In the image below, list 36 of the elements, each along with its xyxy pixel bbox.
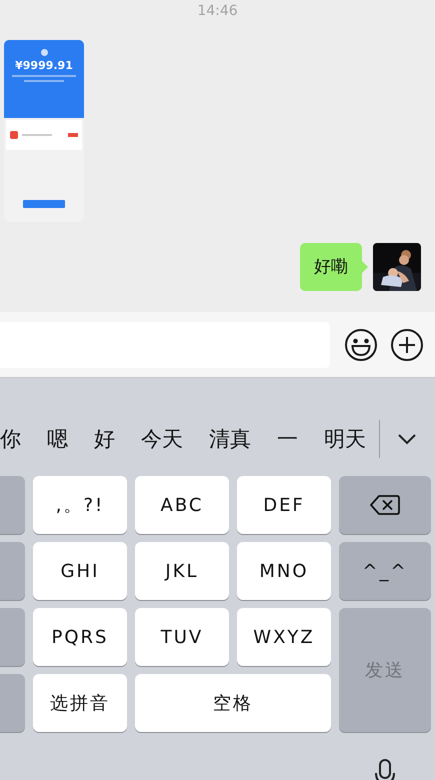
- space-key[interactable]: 空格: [135, 674, 331, 732]
- candidate-word[interactable]: 一: [264, 424, 311, 452]
- plus-icon[interactable]: [390, 328, 424, 362]
- app-icon: [10, 131, 18, 139]
- logo-dot: [40, 49, 48, 56]
- tag-mark: [68, 133, 78, 137]
- candidate-word[interactable]: 嗯: [34, 424, 81, 452]
- text-line: [12, 75, 76, 77]
- chevron-down-icon[interactable]: [397, 432, 417, 444]
- message-bubble: 好嘞: [300, 243, 362, 291]
- emoticon-key[interactable]: ^_^: [339, 542, 431, 600]
- emoji-icon[interactable]: [344, 328, 378, 362]
- keyboard-key[interactable]: WXYZ: [237, 608, 331, 666]
- keyboard-key[interactable]: ABC: [135, 476, 229, 534]
- screenshot-thumbnail[interactable]: ¥9999.91: [4, 40, 84, 222]
- keyboard-key[interactable]: 选拼音: [33, 674, 127, 732]
- keyboard-key[interactable]: DEF: [237, 476, 331, 534]
- candidate-word[interactable]: 今天: [128, 424, 196, 452]
- text-line: [24, 80, 64, 82]
- keyboard-key[interactable]: GHI: [33, 542, 127, 600]
- keyboard-key[interactable]: JKL: [135, 542, 229, 600]
- candidate-word[interactable]: 明天: [311, 424, 379, 452]
- candidate-word[interactable]: 好: [81, 424, 128, 452]
- keyboard-key[interactable]: PQRS: [33, 608, 127, 666]
- text-line: [22, 134, 52, 136]
- microphone-icon[interactable]: [373, 758, 397, 780]
- keyboard-key[interactable]: MNO: [237, 542, 331, 600]
- amount-text: ¥9999.91: [15, 59, 73, 72]
- keyboard-key[interactable]: ,。?!: [33, 476, 127, 534]
- candidate-word[interactable]: 你: [0, 424, 34, 452]
- backspace-icon: [370, 494, 400, 516]
- keyboard-key[interactable]: TUV: [135, 608, 229, 666]
- button-bar: [23, 200, 65, 208]
- delete-key[interactable]: [339, 476, 431, 534]
- timestamp: 14:46: [196, 3, 239, 21]
- candidate-word[interactable]: 清真: [196, 424, 264, 452]
